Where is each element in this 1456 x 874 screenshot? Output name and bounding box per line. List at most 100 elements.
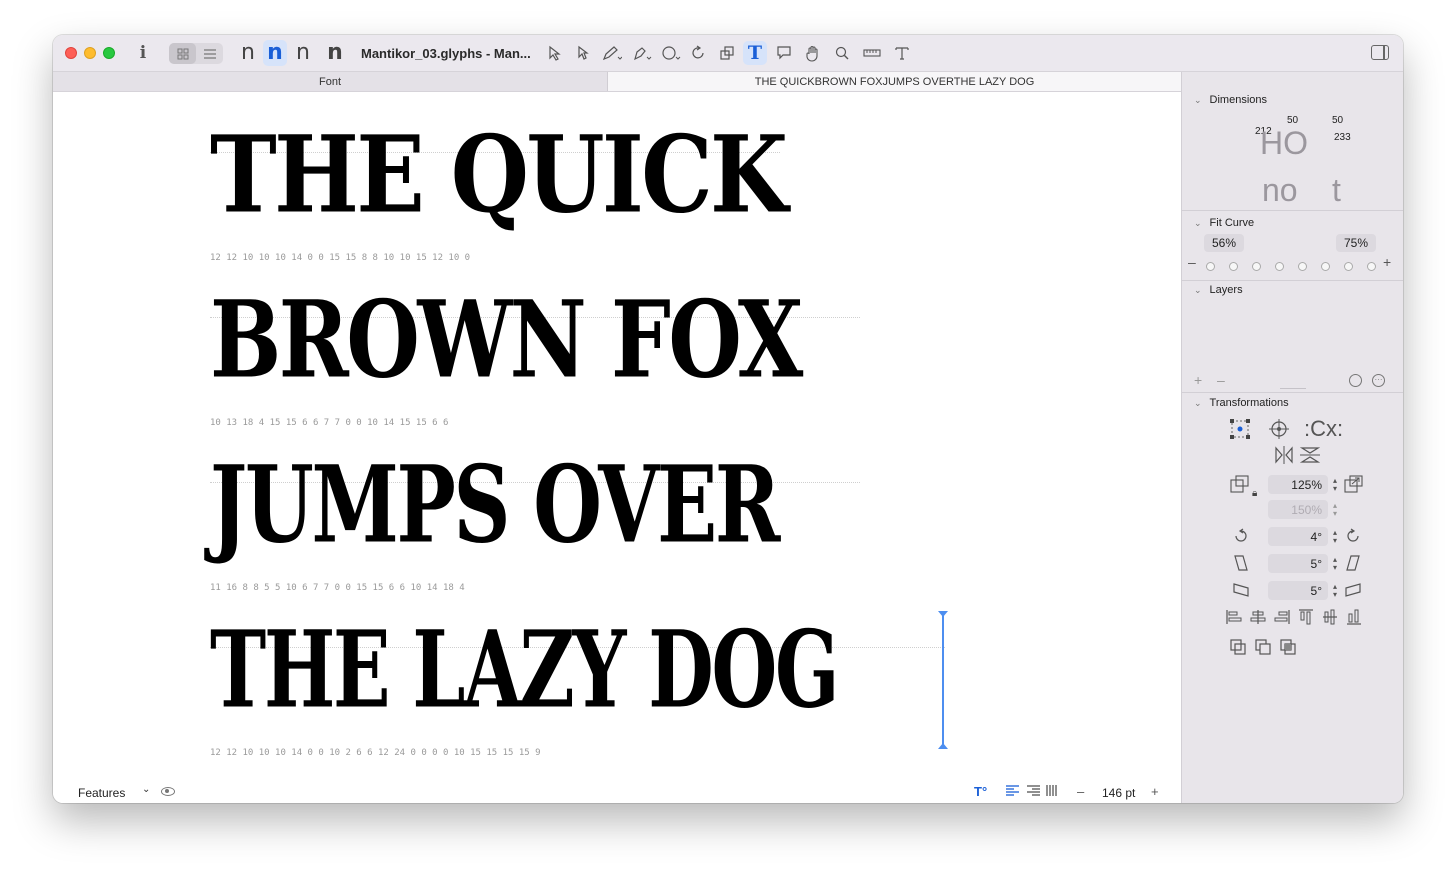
fit-curve-dot[interactable] (1367, 262, 1376, 271)
close-window-button[interactable] (65, 47, 77, 59)
subtract-icon[interactable] (1255, 639, 1271, 660)
scale-up-icon[interactable] (1344, 475, 1364, 498)
add-layer-button[interactable]: + (1194, 372, 1202, 388)
component-origin-icon[interactable]: :Cx: (1304, 416, 1343, 442)
slant-horizontal-stepper[interactable]: ▴ ▾ (1330, 556, 1340, 572)
annotation-tool-icon[interactable] (772, 41, 796, 65)
dimension-right[interactable]: 233 (1334, 132, 1351, 143)
align-horizontal-centers-icon[interactable] (1250, 609, 1266, 630)
slant-vertical-stepper[interactable]: ▴ ▾ (1330, 583, 1340, 599)
align-vertical-centers-icon[interactable] (1322, 609, 1338, 630)
fit-curve-section-header[interactable]: ⌄ Fit Curve (1194, 217, 1254, 229)
edit-canvas[interactable]: THE QUICK 12 12 10 10 10 14 0 0 15 15 8 … (53, 92, 1181, 803)
more-options-icon[interactable]: ··· (1372, 374, 1385, 387)
type-tool-icon[interactable] (890, 41, 914, 65)
layers-section-header[interactable]: ⌄ Layers (1194, 284, 1243, 296)
kerning-metrics-line-3: 11 16 8 8 5 5 10 6 7 7 0 0 15 15 6 6 10 … (210, 583, 465, 593)
align-top-edges-icon[interactable] (1298, 609, 1314, 630)
skew-up-icon[interactable] (1344, 581, 1362, 604)
layers-resize-handle[interactable] (1280, 388, 1306, 389)
point-size-value[interactable]: 146 pt (1102, 786, 1135, 800)
fit-curve-dot[interactable] (1229, 262, 1238, 271)
scale-field[interactable]: 125% (1268, 475, 1328, 494)
rotate-cw-icon[interactable] (1344, 527, 1362, 550)
dimensions-section-header[interactable]: ⌄ Dimensions (1194, 94, 1267, 106)
eye-icon[interactable] (161, 787, 175, 796)
skew-down-icon[interactable] (1232, 581, 1250, 604)
scale-vertical-stepper[interactable]: ▴ ▾ (1330, 502, 1340, 518)
select-all-layers-icon[interactable] (570, 41, 594, 65)
glyph-preview-bold-active[interactable]: n (263, 40, 287, 66)
primitives-tool-icon[interactable] (659, 41, 683, 65)
select-tool-icon[interactable] (543, 41, 567, 65)
sidebar-toggle-icon[interactable] (1371, 45, 1389, 60)
remove-layer-button[interactable]: – (1217, 372, 1225, 388)
fit-curve-dot[interactable] (1321, 262, 1330, 271)
increase-size-button[interactable]: + (1151, 784, 1159, 799)
fit-curve-minus-button[interactable]: – (1188, 254, 1196, 270)
slant-horizontal-field[interactable]: 5° (1268, 554, 1328, 573)
fit-curve-dot[interactable] (1298, 262, 1307, 271)
union-icon[interactable] (1230, 639, 1246, 660)
rotate-field[interactable]: 4° (1268, 527, 1328, 546)
fit-curve-dot[interactable] (1252, 262, 1261, 271)
grid-view-icon[interactable] (169, 43, 196, 64)
scale-vertical-field[interactable]: 150% (1268, 500, 1328, 519)
hand-tool-icon[interactable] (801, 41, 825, 65)
layer-filter-icon[interactable] (1349, 374, 1362, 387)
info-icon[interactable]: i (135, 41, 151, 65)
transformations-section-header[interactable]: ⌄ Transformations (1194, 397, 1289, 409)
tab-font[interactable]: Font (53, 72, 608, 91)
flip-horizontal-icon[interactable] (1274, 446, 1294, 469)
pen-tool-icon[interactable] (630, 41, 654, 65)
align-left-edges-icon[interactable] (1226, 609, 1242, 630)
intersect-icon[interactable] (1280, 639, 1296, 660)
crosshair-icon[interactable] (1268, 418, 1290, 445)
slant-vertical-field[interactable]: 5° (1268, 581, 1328, 600)
align-right-icon[interactable] (1027, 784, 1040, 799)
text-options-icon[interactable]: T° (974, 784, 987, 799)
text-line-2[interactable]: BROWN FOX (210, 287, 803, 393)
tab-text[interactable]: THE QUICKBROWN FOXJUMPS OVERTHE LAZY DOG (608, 72, 1181, 91)
dimension-top-right[interactable]: 50 (1332, 115, 1343, 126)
flip-vertical-icon[interactable] (1299, 446, 1321, 469)
slant-right-icon[interactable] (1344, 554, 1362, 577)
text-line-3[interactable]: JUMPS OVER (210, 452, 780, 558)
glyph-preview-regular[interactable]: n (291, 40, 315, 66)
lock-icon[interactable]: 🔒︎ (1252, 488, 1257, 499)
features-dropdown[interactable]: Features (78, 786, 125, 800)
rotate-stepper[interactable]: ▴ ▾ (1330, 529, 1340, 545)
align-bottom-edges-icon[interactable] (1346, 609, 1362, 630)
align-left-icon[interactable] (1006, 784, 1019, 799)
fit-curve-dot[interactable] (1344, 262, 1353, 271)
transform-origin-grid-icon[interactable] (1229, 418, 1251, 445)
toolbar: i n n n n Mantikor_03.glyphs - Man... T (53, 35, 1403, 72)
zoom-tool-icon[interactable] (830, 41, 854, 65)
dimensions-preview-caps: HO (1260, 125, 1308, 161)
measure-tool-icon[interactable] (860, 41, 884, 65)
draw-tool-icon[interactable] (600, 41, 624, 65)
fit-curve-dot[interactable] (1275, 262, 1284, 271)
rotate-tool-icon[interactable] (687, 41, 711, 65)
minimize-window-button[interactable] (84, 47, 96, 59)
decrease-size-button[interactable]: – (1077, 784, 1084, 799)
slant-left-icon[interactable] (1232, 554, 1250, 577)
fit-curve-plus-button[interactable]: + (1383, 254, 1391, 270)
list-view-icon[interactable] (196, 43, 223, 64)
text-tool-icon[interactable]: T (743, 41, 767, 65)
text-line-1[interactable]: THE QUICK (210, 122, 788, 228)
fit-curve-min-field[interactable]: 56% (1204, 234, 1244, 252)
chevron-down-icon[interactable]: ⌄ (142, 784, 150, 795)
text-line-4[interactable]: THE LAZY DOG (210, 617, 839, 723)
zoom-window-button[interactable] (103, 47, 115, 59)
rotate-ccw-icon[interactable] (1232, 527, 1250, 550)
glyph-preview-light[interactable]: n (236, 40, 260, 66)
scale-stepper[interactable]: ▴ ▾ (1330, 477, 1340, 493)
fit-curve-max-field[interactable]: 75% (1336, 234, 1376, 252)
vertical-text-icon[interactable] (1046, 784, 1058, 799)
scale-tool-icon[interactable] (715, 41, 739, 65)
scale-down-icon[interactable] (1230, 475, 1250, 498)
glyph-preview-black[interactable]: n (323, 40, 347, 66)
align-right-edges-icon[interactable] (1274, 609, 1290, 630)
fit-curve-dot[interactable] (1206, 262, 1215, 271)
